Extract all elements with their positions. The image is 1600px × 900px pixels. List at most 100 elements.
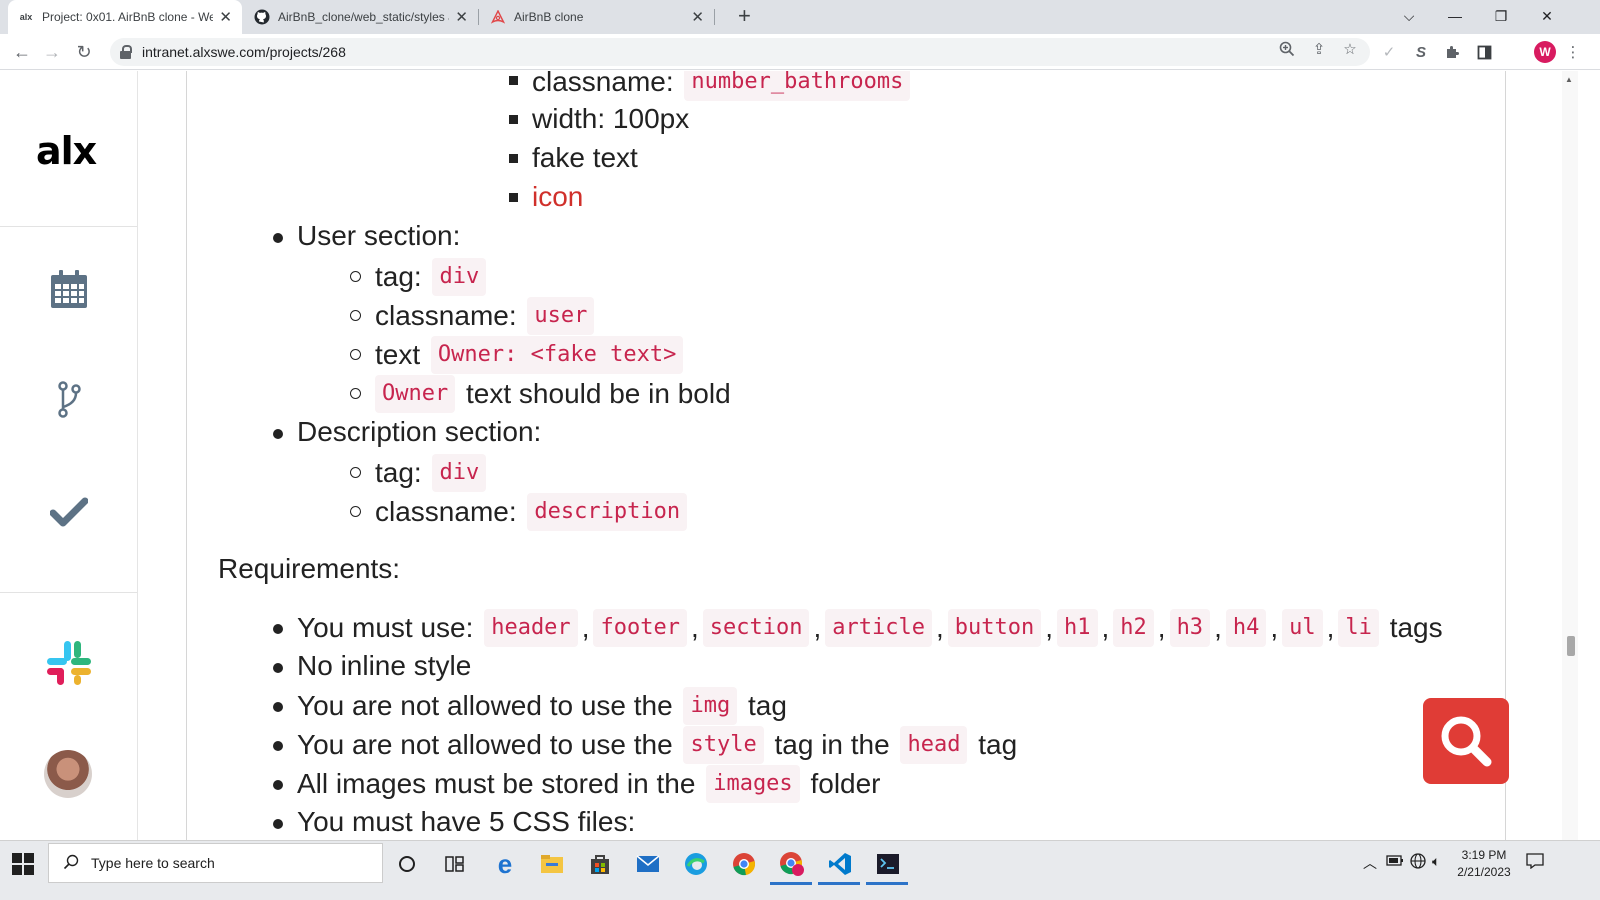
notifications-icon[interactable] <box>1526 853 1544 872</box>
taskbar-clock[interactable]: 3:19 PM 2/21/2023 <box>1446 847 1522 881</box>
slack-icon[interactable] <box>45 639 93 687</box>
chrome-icon[interactable] <box>726 847 762 881</box>
comma-separator: , <box>1326 612 1335 643</box>
code-tag-h2: h2 <box>1113 609 1154 647</box>
item-label: text <box>375 339 421 370</box>
forward-arrow-icon[interactable]: → <box>40 40 64 64</box>
code-img: img <box>683 687 738 725</box>
heading-text: Requirements: <box>218 553 401 584</box>
list-item: No inline style <box>297 648 471 684</box>
list-item: tag: div <box>375 454 489 492</box>
internet-explorer-icon[interactable]: e <box>487 847 523 881</box>
store-icon[interactable] <box>582 847 618 881</box>
search-button[interactable] <box>1423 698 1509 784</box>
code-tag-li: li <box>1338 609 1379 647</box>
battery-icon[interactable] <box>1386 853 1404 869</box>
tray-chevron-icon[interactable]: ︿ <box>1363 853 1377 873</box>
taskbar-search-box[interactable]: Type here to search <box>48 843 383 883</box>
circle-bullet <box>350 349 361 360</box>
code-tag-footer: footer <box>593 609 687 647</box>
mail-icon[interactable] <box>630 847 666 881</box>
icon-link[interactable]: icon <box>532 179 583 215</box>
list-item: User section: <box>297 218 460 254</box>
comma-separator: , <box>1045 612 1053 643</box>
circle-bullet <box>350 467 361 478</box>
network-globe-icon[interactable] <box>1410 853 1426 872</box>
code-tag-button: button <box>947 609 1042 647</box>
file-explorer-icon[interactable] <box>534 847 570 881</box>
section-heading: Description section: <box>297 416 542 447</box>
terminal-icon[interactable] <box>870 847 906 881</box>
disc-bullet <box>273 624 283 634</box>
browser-tab-bar: alx Project: 0x01. AirBnB clone - Web ✕ … <box>0 0 1600 34</box>
airbnb-icon <box>490 9 506 25</box>
close-tab-icon[interactable]: ✕ <box>455 8 468 26</box>
item-label: tag <box>748 690 787 721</box>
list-item: text Owner: <fake text> <box>375 336 686 374</box>
restore-button[interactable]: ❐ <box>1478 0 1524 32</box>
sidebar-divider <box>0 592 137 593</box>
volume-icon[interactable]: 🔈︎ <box>1432 853 1440 870</box>
tab-search-chevron-icon[interactable]: ⌵ <box>1386 0 1432 32</box>
task-view-icon[interactable] <box>437 847 473 881</box>
checkmark-icon[interactable] <box>45 488 93 536</box>
item-label: classname: <box>375 496 517 527</box>
back-arrow-icon[interactable]: ← <box>10 40 34 64</box>
reload-icon[interactable]: ↻ <box>72 40 96 64</box>
minimize-button[interactable]: — <box>1432 0 1478 32</box>
list-item: classname: description <box>375 493 690 531</box>
scroll-up-arrow-icon[interactable]: ▲ <box>1565 75 1573 84</box>
close-tab-icon[interactable]: ✕ <box>219 8 232 26</box>
code-tag: div <box>432 454 487 492</box>
vscode-icon[interactable] <box>822 847 858 881</box>
profile-avatar[interactable]: W <box>1534 41 1556 63</box>
close-window-button[interactable]: ✕ <box>1524 0 1570 32</box>
cortana-icon[interactable] <box>389 847 425 881</box>
tab-airbnb-clone[interactable]: AirBnB clone ✕ <box>480 0 714 34</box>
code-tag-article: article <box>825 609 932 647</box>
zoom-icon[interactable] <box>1276 38 1298 60</box>
disc-bullet <box>273 741 283 751</box>
item-label: tag in the <box>774 729 890 760</box>
list-item: fake text <box>532 140 638 176</box>
extension-s-icon[interactable]: S <box>1409 40 1433 64</box>
taskbar-search-placeholder: Type here to search <box>91 855 215 871</box>
tab-separator <box>714 9 715 25</box>
github-icon <box>254 9 270 25</box>
page-scrollbar[interactable]: ▲ ▼ <box>1562 71 1578 860</box>
tab-github-styles[interactable]: AirBnB_clone/web_static/styles at ✕ <box>244 0 478 34</box>
comma-separator: , <box>1214 612 1222 643</box>
list-item: classname: user <box>375 297 597 335</box>
item-label: classname: <box>532 71 674 97</box>
code-tag: div <box>432 258 487 296</box>
chrome-profile-icon[interactable] <box>774 847 810 881</box>
active-app-indicator <box>866 882 908 885</box>
new-tab-button[interactable]: + <box>738 4 751 28</box>
extensions-puzzle-icon[interactable] <box>1440 40 1464 64</box>
bookmark-star-icon[interactable]: ☆ <box>1339 38 1361 60</box>
disc-bullet <box>273 429 283 439</box>
extension-check-icon[interactable]: ✓ <box>1377 40 1401 64</box>
search-icon <box>63 854 79 873</box>
address-bar[interactable]: intranet.alxswe.com/projects/268 <box>110 38 1370 66</box>
share-icon[interactable]: ⇪ <box>1308 38 1330 60</box>
code-tag-h3: h3 <box>1169 609 1211 647</box>
alx-logo[interactable]: alx <box>36 129 97 173</box>
item-label: You are not allowed to use the <box>297 690 673 721</box>
avatar[interactable] <box>44 750 92 798</box>
git-branch-icon[interactable] <box>45 375 93 423</box>
tab-project-airbnb[interactable]: alx Project: 0x01. AirBnB clone - Web ✕ <box>8 0 242 34</box>
scroll-thumb[interactable] <box>1567 636 1575 656</box>
code-tag-ul: ul <box>1282 609 1323 647</box>
windows-start-icon[interactable] <box>12 853 34 875</box>
side-panel-icon[interactable] <box>1472 40 1496 64</box>
code-tag-h1: h1 <box>1057 609 1098 647</box>
edge-icon[interactable] <box>678 847 714 881</box>
close-tab-icon[interactable]: ✕ <box>691 8 704 26</box>
item-label: tag: <box>375 261 422 292</box>
item-label: folder <box>810 768 881 799</box>
calendar-icon[interactable] <box>45 265 93 313</box>
menu-kebab-icon[interactable]: ⋮ <box>1566 40 1581 64</box>
comma-separator: , <box>690 612 699 643</box>
item-label: No inline style <box>297 650 472 681</box>
